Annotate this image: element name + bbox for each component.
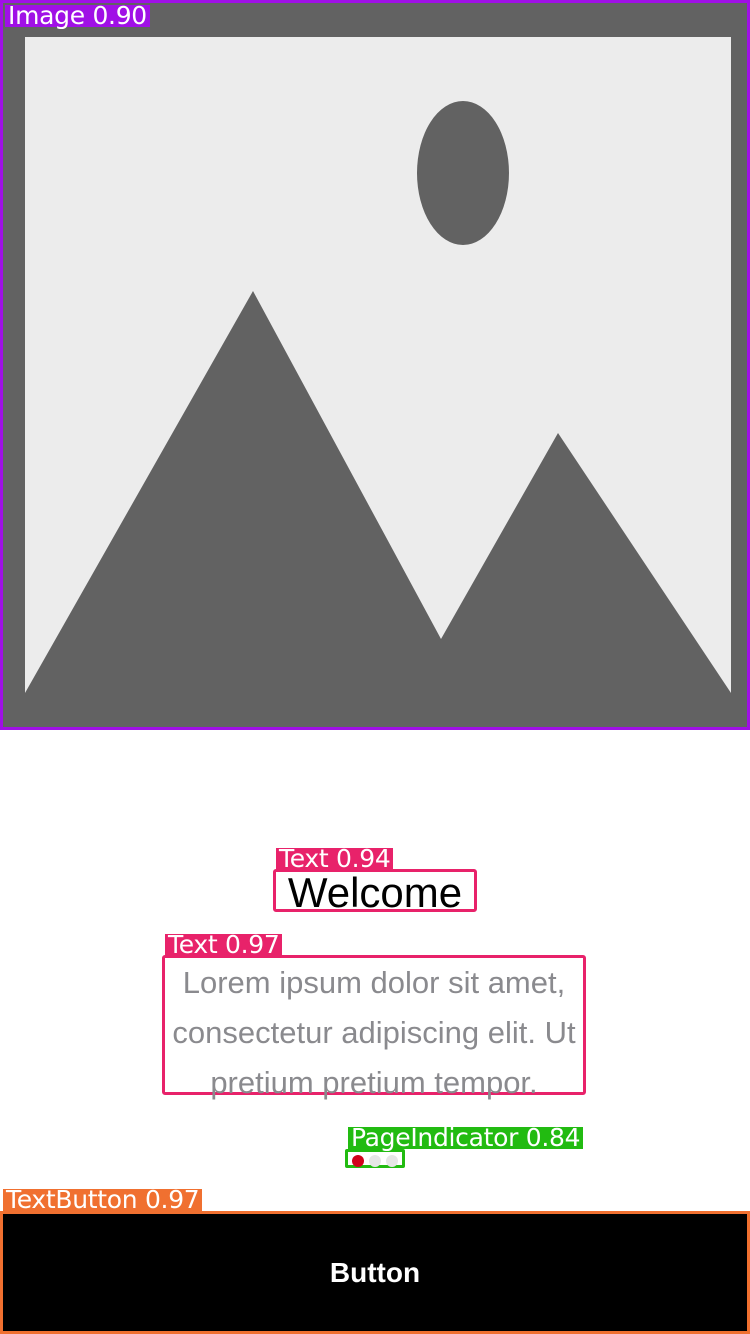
title-detection-box: Text 0.94 Welcome — [273, 846, 477, 916]
page-dot-2[interactable] — [369, 1155, 381, 1167]
button-detection-label: TextButton 0.97 — [3, 1187, 203, 1212]
page-indicator-detection-label: PageIndicator 0.84 — [348, 1125, 584, 1150]
image-detection-label: Image 0.90 — [5, 3, 150, 28]
page-dot-3[interactable] — [386, 1155, 398, 1167]
body-text: Lorem ipsum dolor sit amet, consectetur … — [172, 965, 576, 1100]
body-detection-label: Text 0.97 — [165, 932, 283, 957]
page-indicator-detection-box: PageIndicator 0.84 — [345, 1125, 584, 1168]
image-placeholder-icon — [3, 3, 747, 727]
button-detection-box: TextButton 0.97 Button — [0, 1187, 750, 1334]
body-detection-box: Text 0.97 Lorem ipsum dolor sit amet, co… — [162, 932, 586, 1100]
page-dot-1[interactable] — [352, 1155, 364, 1167]
title-detection-label: Text 0.94 — [276, 846, 394, 871]
welcome-title: Welcome — [287, 869, 463, 916]
primary-button[interactable]: Button — [3, 1214, 747, 1331]
image-detection-box: Image 0.90 — [0, 0, 750, 730]
